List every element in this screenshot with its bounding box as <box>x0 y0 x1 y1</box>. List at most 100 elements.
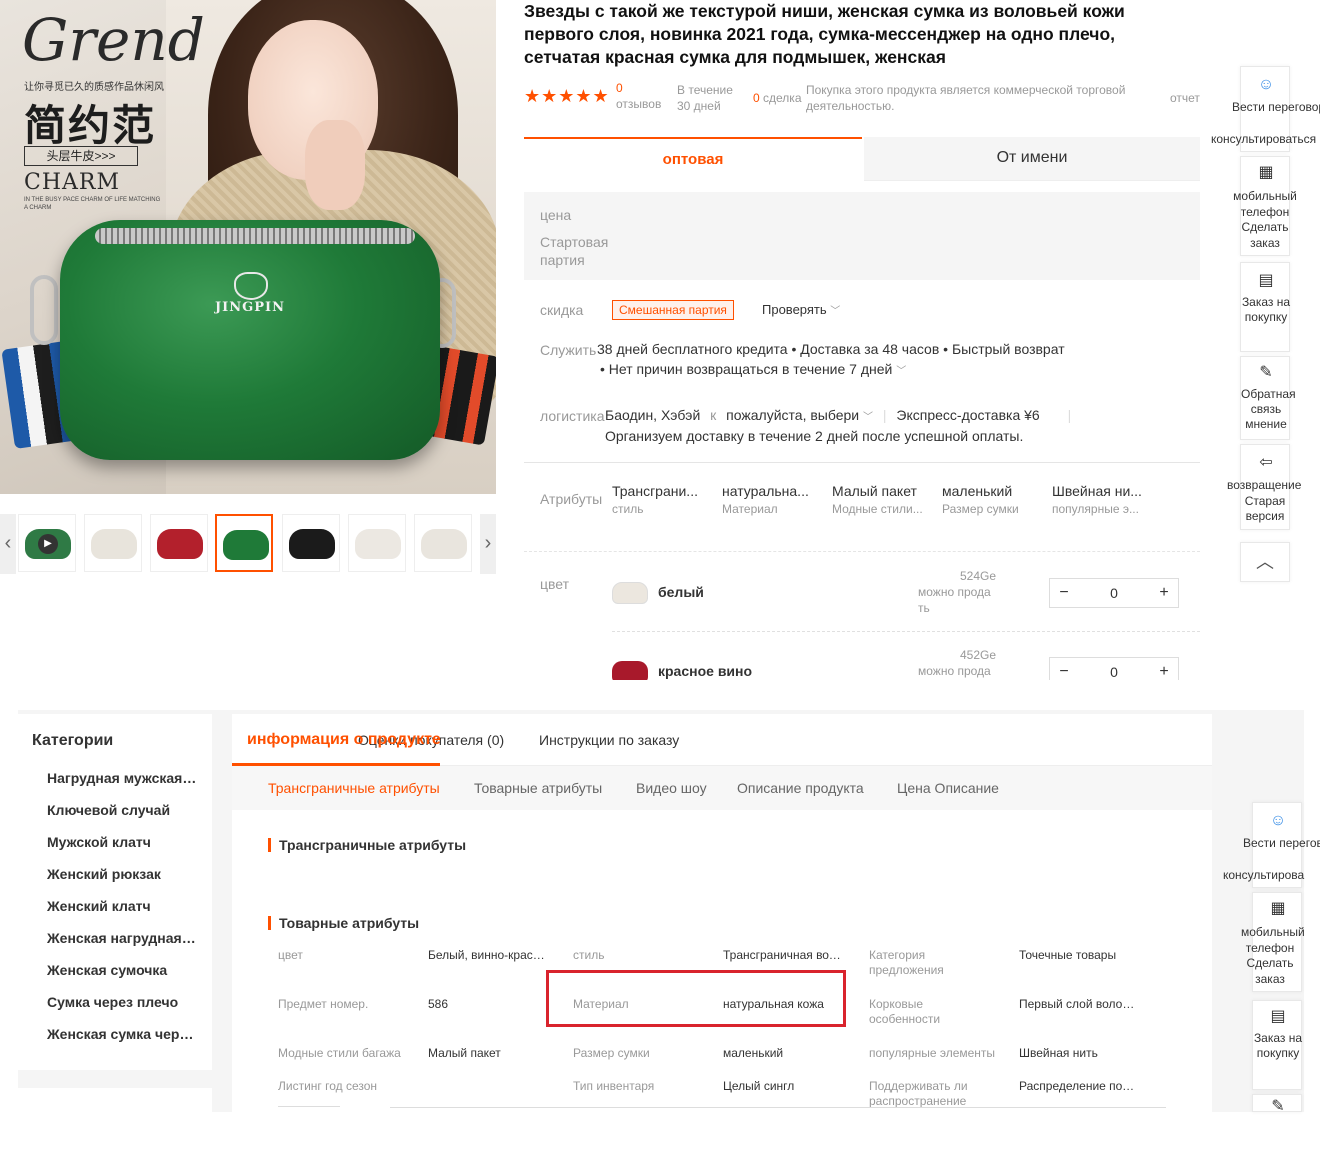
attribute-key: Материал <box>722 502 778 516</box>
category-item[interactable]: Женская сумочка <box>47 962 197 978</box>
bag-logo-text: JINGPIN <box>215 300 285 315</box>
service-label: Служить <box>540 342 597 358</box>
thumbnail-active[interactable] <box>215 514 273 572</box>
logistics-label: логистика <box>540 408 605 424</box>
category-item[interactable]: Женская нагрудная сумка <box>47 930 197 946</box>
edit-icon: ✎ <box>1259 364 1273 381</box>
thumbnail[interactable] <box>414 514 472 572</box>
attr-key: Размер сумки <box>573 1046 650 1060</box>
thumb-next-button[interactable]: › <box>480 514 496 574</box>
tab-wholesale[interactable]: оптовая <box>524 137 862 181</box>
tab-product-info[interactable]: информация о продукте <box>247 731 441 749</box>
play-icon: ▶ <box>38 534 58 554</box>
sku-swatch <box>612 661 648 680</box>
back-to-top-button[interactable]: ︿ <box>1240 542 1290 582</box>
brand-charm: CHARM <box>24 170 120 195</box>
reviews-label: отзывов <box>616 97 662 111</box>
thumbnail[interactable] <box>150 514 208 572</box>
consult-label: консультироваться <box>1211 132 1317 146</box>
subtab-price-description[interactable]: Цена Описание <box>897 780 999 796</box>
service-line-2-text: • Нет причин возвращаться в течение 7 дн… <box>600 361 893 377</box>
attribute-item: Малый пакет Модные стили... <box>832 483 932 516</box>
thumbnail[interactable] <box>348 514 406 572</box>
quantity-input[interactable]: 0 <box>1086 658 1142 680</box>
chevron-down-icon: ﹀ <box>896 366 907 377</box>
deals-label: сделка <box>763 91 802 105</box>
batch-label-1: Стартовая <box>540 234 609 250</box>
thumb-bag <box>223 530 269 560</box>
float-purchase-order[interactable]: ▤ Заказ на покупку <box>1240 262 1290 352</box>
attribute-item: маленький Размер сумки <box>942 483 1042 516</box>
discount-check[interactable]: Проверять ﹀ <box>762 302 840 317</box>
feedback-label: Обратная связь мнение <box>1241 387 1296 431</box>
category-item[interactable]: Женская сумка через плечо <box>47 1026 197 1042</box>
color-label: цвет <box>540 576 570 592</box>
deals-block[interactable]: 0 сделка <box>753 90 802 106</box>
plus-button[interactable]: + <box>1150 658 1178 680</box>
discount-check-label: Проверять <box>762 302 827 317</box>
thumb-prev-button[interactable]: ‹ <box>0 514 16 574</box>
brand-box-label: 头层牛皮>>> <box>24 146 138 166</box>
sku-stock-label: можно прода ть <box>918 585 991 615</box>
float-feedback[interactable]: ✎ Обратная связь мнение <box>1240 356 1296 440</box>
thumbnail[interactable] <box>282 514 340 572</box>
category-item[interactable]: Нагрудная мужская сумка <box>47 770 197 786</box>
sku-stock-count: 524Ge <box>960 569 997 583</box>
quantity-input[interactable]: 0 <box>1086 579 1142 607</box>
subtab-description[interactable]: Описание продукта <box>737 780 864 796</box>
logistics-note: Организуем доставку в течение 2 дней пос… <box>605 428 1024 444</box>
divider <box>390 1107 1166 1108</box>
float-purchase-order-2[interactable]: ▤ Заказ на покупку <box>1252 1000 1302 1090</box>
purchase-order-button: ▤ Заказ на покупку <box>1241 271 1291 325</box>
divider: | <box>882 407 887 423</box>
minus-button[interactable]: − <box>1050 579 1078 607</box>
category-panel: Категории Нагрудная мужская сумка Ключев… <box>18 714 212 1070</box>
thumb-bag <box>91 529 137 559</box>
negotiate-button: ☺ <box>1241 75 1291 99</box>
star-rating: ★★★★★ <box>524 86 610 106</box>
purchase-order-label: Заказ на покупку <box>1241 295 1291 324</box>
attr-key: Листинг год сезон <box>278 1079 378 1093</box>
thumb-bag <box>157 529 203 559</box>
main-product-image[interactable]: JINGPIN Grend 让你寻觅已久的质感作品休闲风 简约范 头层牛皮>>>… <box>0 0 496 494</box>
material-highlight-box <box>546 970 846 1027</box>
thumbnail[interactable] <box>84 514 142 572</box>
category-item[interactable]: Сумка через плечо <box>47 994 197 1010</box>
thumbnail-video[interactable]: ▶ <box>18 514 76 572</box>
edit-icon: ✎ <box>1271 1098 1285 1112</box>
attr-value: маленький <box>723 1046 784 1060</box>
plus-button[interactable]: + <box>1150 579 1178 607</box>
category-title: Категории <box>32 732 114 749</box>
reviews-count: 0 <box>616 81 623 95</box>
category-item[interactable]: Женский клатч <box>47 898 197 914</box>
attribute-item: Швейная ни... популярные э... <box>1052 483 1152 516</box>
category-item[interactable]: Ключевой случай <box>47 802 197 818</box>
info-tabs: Оценки покупателя (0) информация о проду… <box>232 714 1212 766</box>
reviews-block[interactable]: 0 отзывов <box>616 80 661 112</box>
attr-value: Точечные товары <box>1019 948 1117 962</box>
section-goods-attributes: Товарные атрибуты <box>268 915 419 931</box>
category-item[interactable]: Мужской клатч <box>47 834 197 850</box>
subtab-cross-border[interactable]: Трансграничные атрибуты <box>268 780 440 796</box>
service-line-2[interactable]: • Нет причин возвращаться в течение 7 дн… <box>600 359 906 382</box>
tab-order-instructions[interactable]: Инструкции по заказу <box>539 732 679 748</box>
float-feedback-2[interactable]: ✎ <box>1252 1094 1302 1112</box>
minus-button[interactable]: − <box>1050 658 1078 680</box>
category-item[interactable]: Женский рюкзак <box>47 866 197 882</box>
subtab-video[interactable]: Видео шоу <box>636 780 707 796</box>
divider <box>278 1106 340 1112</box>
sku-name: белый <box>658 584 704 600</box>
discount-badge[interactable]: Смешанная партия <box>612 300 734 320</box>
consult-label: консультирова <box>1223 868 1305 882</box>
deer-logo-icon <box>234 272 268 300</box>
tab-named[interactable]: От имени <box>864 137 1200 181</box>
model-hand <box>305 120 365 210</box>
report-link[interactable]: отчет <box>1170 90 1200 106</box>
mobile-order-button: ▦ <box>1253 899 1303 923</box>
attr-key: Корковые особенности <box>869 997 941 1026</box>
logistics-destination-select[interactable]: пожалуйста, выбери ﹀ <box>726 407 873 423</box>
subtab-goods-attributes[interactable]: Товарные атрибуты <box>474 780 602 796</box>
attr-key: Модные стили багажа <box>278 1046 401 1060</box>
qr-code-icon: ▦ <box>1270 900 1286 917</box>
price-box: цена Стартовая партия <box>524 192 1200 280</box>
